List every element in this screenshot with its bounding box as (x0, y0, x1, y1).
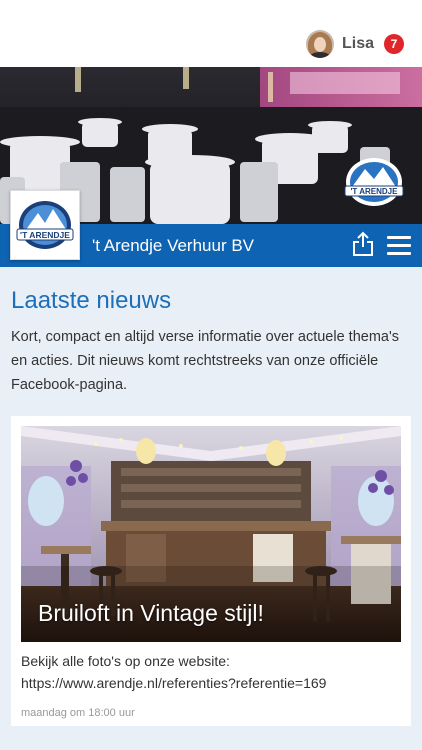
news-card-timestamp: maandag om 18:00 uur (21, 707, 135, 719)
user-profile[interactable]: Lisa 7 (305, 30, 404, 58)
brand-logo: 'T ARENDJE (10, 190, 80, 260)
news-card-link[interactable]: https://www.arendje.nl/referenties?refer… (21, 672, 406, 694)
section-intro: Kort, compact en altijd verse informatie… (11, 329, 400, 393)
news-card[interactable]: Bruiloft in Vintage stijl! Bekijk alle f… (11, 416, 411, 726)
news-card-text: Bekijk alle foto's op onze website: http… (21, 650, 406, 694)
brand-name: 't Arendje Verhuur BV (92, 236, 255, 255)
share-icon[interactable] (352, 231, 374, 257)
arendje-logo: 'T ARENDJE (16, 201, 74, 249)
notification-badge[interactable]: 7 (384, 34, 404, 54)
news-card-text-line: Bekijk alle foto's op onze website: (21, 653, 230, 669)
hamburger-menu-icon[interactable] (387, 236, 411, 256)
top-bar: Lisa 7 (0, 0, 422, 67)
svg-text:'T ARENDJE: 'T ARENDJE (20, 230, 70, 240)
svg-text:'T ARENDJE: 'T ARENDJE (351, 187, 399, 196)
news-card-caption[interactable]: Bruiloft in Vintage stijl! (38, 600, 264, 627)
avatar[interactable] (305, 30, 334, 58)
section-title: Laatste nieuws (11, 287, 172, 314)
username[interactable]: Lisa (342, 35, 374, 53)
